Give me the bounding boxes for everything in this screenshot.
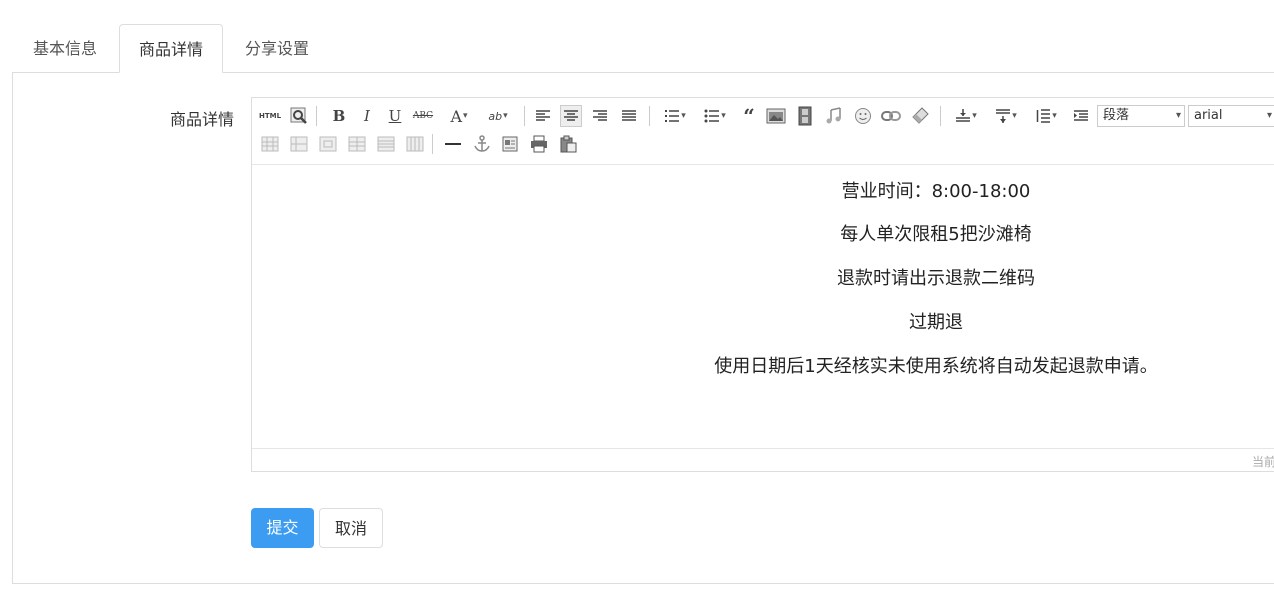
rich-text-editor: HTML B I U ABC A ab “: [251, 97, 1274, 472]
font-color-button[interactable]: A: [442, 105, 476, 127]
link-icon[interactable]: [880, 105, 902, 127]
template-icon[interactable]: [499, 133, 521, 155]
ordered-list-icon[interactable]: [658, 105, 692, 127]
paste-icon[interactable]: [557, 133, 579, 155]
tab-share-settings[interactable]: 分享设置: [224, 24, 330, 72]
video-icon[interactable]: [794, 105, 816, 127]
preview-icon[interactable]: [288, 105, 310, 127]
editor-toolbar: HTML B I U ABC A ab “: [252, 98, 1274, 165]
bold-button[interactable]: B: [328, 105, 350, 127]
line-height-icon[interactable]: [1029, 105, 1063, 127]
content-line: 使用日期后1天经核实未使用系统将自动发起退款申请。: [714, 356, 1158, 377]
content-line: 过期退: [909, 312, 963, 333]
anchor-icon[interactable]: [471, 133, 493, 155]
detail-field-label: 商品详情: [169, 110, 234, 129]
quote-icon[interactable]: “: [738, 104, 760, 128]
toolbar-separator: [524, 106, 525, 126]
content-line: 退款时请出示退款二维码: [837, 268, 1035, 289]
insert-column-icon[interactable]: [404, 133, 426, 155]
word-count-text: 当前已输入: [1251, 455, 1274, 469]
tab-product-detail[interactable]: 商品详情: [119, 24, 223, 73]
image-icon[interactable]: [765, 105, 787, 127]
emoji-icon[interactable]: [852, 105, 874, 127]
indent-icon[interactable]: [1070, 105, 1092, 127]
align-center-icon[interactable]: [560, 105, 582, 127]
tab-bar: 基本信息 商品详情 分享设置: [12, 24, 1274, 73]
content-line: 每人单次限租5把沙滩椅: [840, 224, 1032, 245]
content-line: 营业时间：8:00-18:00: [841, 181, 1031, 202]
toolbar-separator: [432, 134, 433, 154]
html-source-button[interactable]: HTML: [259, 105, 281, 127]
editor-content-area[interactable]: 营业时间：8:00-18:00 每人单次限租5把沙滩椅 退款时请出示退款二维码 …: [252, 164, 1274, 448]
toolbar-separator: [316, 106, 317, 126]
toolbar-separator: [940, 106, 941, 126]
horizontal-rule-icon[interactable]: [442, 133, 464, 155]
strikethrough-button[interactable]: ABC: [412, 105, 434, 127]
align-right-icon[interactable]: [589, 105, 611, 127]
insert-paragraph-before-table-icon[interactable]: [317, 133, 339, 155]
editor-status-bar: 当前已输入: [252, 448, 1274, 473]
row-spacing-bottom-icon[interactable]: [989, 105, 1023, 127]
cancel-button[interactable]: 取消: [319, 508, 383, 548]
align-left-icon[interactable]: [532, 105, 554, 127]
font-family-select[interactable]: arial: [1188, 105, 1274, 127]
insert-table-icon[interactable]: [259, 133, 281, 155]
insert-row-icon[interactable]: [346, 133, 368, 155]
music-icon[interactable]: [823, 105, 845, 127]
delete-table-icon[interactable]: [288, 133, 310, 155]
tab-basic-info[interactable]: 基本信息: [12, 24, 118, 72]
print-icon[interactable]: [528, 133, 550, 155]
row-spacing-top-icon[interactable]: [949, 105, 983, 127]
justify-icon[interactable]: [618, 105, 640, 127]
italic-button[interactable]: I: [356, 105, 378, 127]
paragraph-format-select[interactable]: 段落: [1097, 105, 1185, 127]
eraser-icon[interactable]: [909, 105, 931, 127]
back-color-button[interactable]: ab: [480, 105, 516, 127]
toolbar-separator: [649, 106, 650, 126]
underline-button[interactable]: U: [384, 105, 406, 127]
delete-row-icon[interactable]: [375, 133, 397, 155]
unordered-list-icon[interactable]: [698, 105, 732, 127]
submit-button[interactable]: 提交: [251, 508, 314, 548]
